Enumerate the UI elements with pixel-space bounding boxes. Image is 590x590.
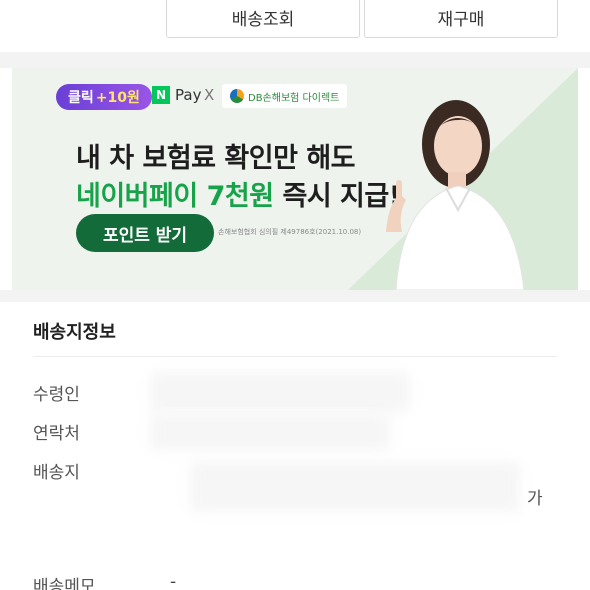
memo-value: -	[170, 572, 177, 590]
npay-label: Pay	[175, 86, 202, 104]
recipient-label: 수령인	[33, 385, 80, 405]
top-button-bar: 배송조회 재구매	[0, 0, 590, 52]
phone-label: 연락처	[33, 424, 80, 444]
model-photo	[386, 100, 525, 290]
banner-fineprint: 손해보험협회 심의필 제49786호(2021.10.08)	[218, 228, 362, 236]
naver-pay-logo: N Pay	[152, 86, 201, 104]
track-delivery-button[interactable]: 배송조회	[166, 0, 360, 38]
db-logo-label: DB손해보험 다이렉트	[248, 92, 340, 104]
redacted-phone	[150, 414, 390, 450]
db-logo-icon	[230, 89, 244, 103]
rebuy-button[interactable]: 재구매	[364, 0, 558, 38]
redacted-recipient	[150, 372, 410, 412]
section-gap	[0, 52, 590, 68]
address-visible-tail: 가	[527, 489, 543, 509]
headline-highlight: 네이버페이 7천원	[76, 181, 274, 212]
banner-headline-line1: 내 차 보험료 확인만 해도	[76, 143, 356, 174]
db-insurance-logo: DB손해보험 다이렉트	[222, 84, 348, 108]
partnership-x: X	[204, 86, 215, 104]
chip-reward-label: +10원	[95, 90, 140, 106]
get-points-button[interactable]: 포인트 받기	[76, 214, 214, 252]
ad-banner[interactable]: 클릭 +10원 N Pay X DB손해보험 다이렉트 내 차 보험료 확인만 해…	[12, 68, 578, 290]
chip-click-label: 클릭	[68, 90, 94, 106]
redacted-address	[190, 462, 520, 512]
address-label: 배송지	[33, 463, 80, 483]
memo-label: 배송메모	[33, 577, 96, 590]
banner-headline-line2: 네이버페이 7천원 즉시 지급!	[76, 174, 401, 213]
click-reward-chip: 클릭 +10원	[56, 84, 152, 110]
section-gap-2	[0, 290, 590, 302]
section-divider	[33, 356, 557, 357]
naver-n-icon: N	[152, 86, 170, 104]
shipping-info-section: 배송지정보 수령인 연락처 배송지 가 배송메모 -	[0, 302, 590, 590]
shipping-info-title: 배송지정보	[33, 322, 116, 343]
